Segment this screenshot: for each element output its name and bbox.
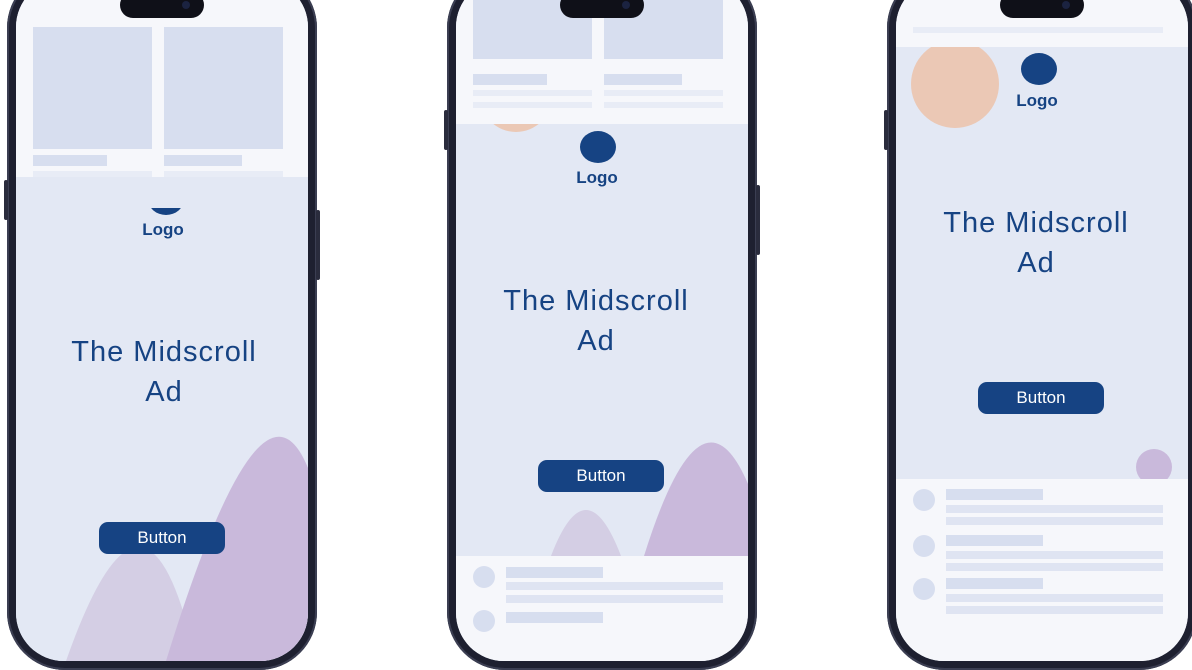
midscroll-ad[interactable]: Logo The Midscroll Ad Button [16,208,308,661]
text-placeholder [604,74,682,85]
ad-headline-line-1: The Midscroll [943,207,1129,239]
text-placeholder [946,551,1163,559]
side-button [4,180,8,220]
text-placeholder [33,171,152,177]
ad-cta-button[interactable]: Button [99,522,225,554]
feed-section-top [456,0,748,124]
text-placeholder [946,517,1163,525]
text-placeholder [946,606,1163,614]
text-placeholder [473,102,592,108]
avatar-placeholder [913,535,935,557]
side-button [444,110,448,150]
feed-section-top [16,0,308,177]
feed-section-bottom [456,556,748,661]
text-placeholder [946,535,1043,546]
phone-screen: Logo The Midscroll Ad Button [456,0,748,661]
phone-screen: Logo The Midscroll Ad Button [16,0,308,661]
dynamic-island [1000,0,1084,18]
text-placeholder [473,74,547,85]
avatar-placeholder [913,578,935,600]
midscroll-ad[interactable]: Logo The Midscroll Ad Button [896,47,1188,479]
ad-headline-line-2: Ad [1017,247,1055,279]
ad-cta-button[interactable]: Button [538,460,664,492]
text-placeholder [506,612,603,623]
logo-label: Logo [576,168,618,187]
text-placeholder [946,505,1163,513]
side-button [316,210,320,280]
image-placeholder [164,27,283,149]
ad-headline-line-1: The Midscroll [503,285,689,317]
ad-cta-button[interactable]: Button [978,382,1104,414]
text-placeholder [506,582,723,590]
text-placeholder [946,578,1043,589]
avatar-placeholder [473,566,495,588]
ad-headline-line-2: Ad [577,325,615,357]
text-placeholder [946,594,1163,602]
text-placeholder [506,567,603,578]
side-button [756,185,760,255]
image-placeholder [33,27,152,149]
text-placeholder [913,27,1163,33]
avatar-placeholder [913,489,935,511]
text-placeholder [33,155,107,166]
logo-label: Logo [1016,91,1058,110]
feed-section-bottom [896,479,1188,661]
text-placeholder [164,155,242,166]
midscroll-ad[interactable]: Logo The Midscroll Ad Button [456,124,748,556]
side-button [884,110,888,150]
logo-icon [1021,53,1057,85]
text-placeholder [604,102,723,108]
text-placeholder [164,171,283,177]
phone-mockup-3: Logo The Midscroll Ad Button [884,0,1192,670]
phone-screen: Logo The Midscroll Ad Button [896,0,1188,661]
ad-headline-line-1: The Midscroll [71,336,257,368]
text-placeholder [946,489,1043,500]
phone-mockup-2: Logo The Midscroll Ad Button [444,0,760,670]
mountain-decoration [66,436,308,661]
ad-headline-line-2: Ad [145,376,183,408]
text-placeholder [506,595,723,603]
dynamic-island [120,0,204,18]
avatar-placeholder [473,610,495,632]
logo-label: Logo [142,220,184,239]
text-placeholder [946,563,1163,571]
phone-mockup-1: Logo The Midscroll Ad Button [4,0,320,670]
text-placeholder [473,90,592,96]
dynamic-island [560,0,644,18]
logo-icon [580,131,616,163]
text-placeholder [604,90,723,96]
